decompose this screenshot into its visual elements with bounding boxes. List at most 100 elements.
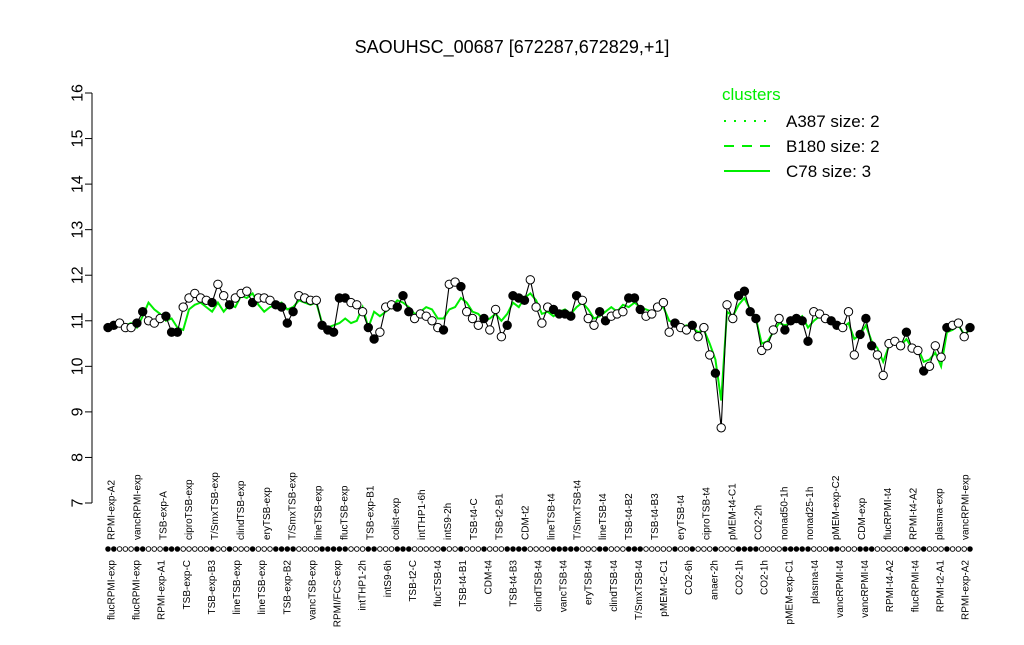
data-point (803, 336, 813, 346)
y-tick-label: 14 (70, 175, 87, 193)
y-tick-label: 10 (70, 357, 87, 375)
rug-mark (533, 546, 539, 552)
data-point (485, 325, 495, 335)
rug-marks (105, 546, 973, 552)
bottom-tick-label: vancRPMI-t4 (835, 560, 846, 618)
bottom-tick-label: RPMI/FCS-exp (333, 560, 344, 628)
rug-mark (504, 546, 510, 552)
bottom-tick-label: vancTSB-t4 (559, 560, 570, 613)
rug-mark (458, 546, 464, 552)
rug-mark (475, 546, 482, 552)
rug-mark (562, 546, 568, 552)
bottom-tick-label: TSB-t4-B1 (458, 560, 469, 607)
y-tick-label: 12 (70, 266, 87, 284)
data-point (855, 329, 865, 340)
top-tick-label: vancRPMI-exp (132, 474, 143, 540)
rug-mark (799, 546, 805, 552)
rug-mark (400, 546, 406, 552)
top-tick-label: CDM-t2 (521, 505, 532, 540)
data-point (768, 325, 778, 335)
bottom-tick-label: flucRPMI-t4 (910, 560, 921, 613)
rug-mark (510, 546, 516, 552)
rug-mark (145, 546, 152, 552)
rug-mark (683, 546, 690, 552)
data-point (502, 320, 512, 330)
data-point (901, 327, 912, 337)
rug-mark (920, 546, 927, 552)
data-point (224, 300, 235, 310)
rug-mark (388, 546, 395, 552)
y-tick-label: 11 (70, 312, 87, 329)
data-point (288, 307, 298, 317)
rug-mark (631, 546, 638, 552)
data-point (774, 313, 784, 324)
rug-mark (273, 546, 279, 552)
data-point (276, 302, 287, 312)
rug-mark (284, 546, 291, 552)
rug-mark (845, 546, 852, 552)
top-tick-label: TSB-exp-A (158, 491, 169, 540)
rug-mark (758, 546, 765, 552)
rug-mark (614, 546, 620, 552)
rug-mark (498, 546, 505, 552)
bottom-tick-label: intTHP1-2h (358, 560, 369, 611)
data-point (566, 311, 576, 321)
rug-mark (938, 546, 944, 552)
rug-mark (521, 546, 528, 552)
data-point (537, 318, 547, 328)
legend-label: A387 size: 2 (786, 112, 880, 131)
bottom-tick-label: lineTSB-exp (232, 560, 243, 615)
top-tick-label: RPMI-exp-A2 (107, 480, 118, 540)
bottom-tick-label: T/SmxTSB-t4 (634, 560, 645, 620)
rug-mark (516, 546, 522, 552)
data-point (207, 297, 217, 308)
rug-mark (151, 546, 158, 552)
rug-mark (255, 546, 262, 552)
rug-mark (851, 546, 858, 552)
rug-mark (122, 546, 129, 552)
data-points (103, 275, 975, 433)
rug-mark (568, 546, 574, 552)
data-point (473, 320, 483, 330)
rug-mark (325, 546, 331, 552)
data-point (369, 334, 379, 344)
top-tick-label: T/SmxTSB-t4 (572, 480, 583, 540)
bottom-tick-label: vancTSB-exp (307, 560, 318, 620)
bottom-tick-label: CDM-t4 (483, 560, 494, 595)
rug-mark (354, 546, 360, 552)
rug-mark (539, 546, 545, 552)
rug-mark (660, 546, 667, 552)
rug-mark (822, 546, 829, 552)
data-point (762, 341, 773, 351)
data-point (716, 423, 726, 433)
rug-mark (677, 546, 684, 552)
bottom-tick-label: anaer-2h (709, 560, 720, 600)
rug-mark (492, 546, 499, 552)
y-tick-label: 8 (70, 453, 87, 462)
rug-mark (868, 546, 875, 552)
data-point (219, 291, 229, 301)
rug-mark (816, 546, 823, 552)
bottom-tick-label: clindTSB-t4 (534, 560, 545, 612)
data-point (965, 322, 975, 333)
rug-mark (139, 546, 146, 552)
rug-mark (157, 546, 163, 552)
rug-mark (238, 546, 244, 552)
top-tick-label: pMEM-t4-C1 (728, 483, 739, 540)
rug-mark (192, 546, 198, 552)
rug-mark (128, 546, 134, 552)
chart-svg: SAOUHSC_00687 [672287,672829,+1] 7 8 9 10 11… (70, 37, 975, 628)
rug-mark (782, 546, 788, 552)
rug-mark (365, 546, 372, 552)
top-tick-label: flucRPMI-t4 (883, 487, 894, 540)
data-point (357, 307, 368, 317)
data-point (438, 325, 449, 335)
data-point (172, 327, 183, 337)
bottom-tick-label: pMEM-exp-C1 (785, 560, 796, 625)
rug-mark (637, 546, 643, 552)
top-tick-label: lineTSB-t4 (598, 493, 609, 540)
data-point (745, 307, 755, 317)
data-point (751, 313, 761, 324)
data-point (728, 313, 738, 324)
top-tick-label: flucTSB-exp (339, 485, 350, 540)
